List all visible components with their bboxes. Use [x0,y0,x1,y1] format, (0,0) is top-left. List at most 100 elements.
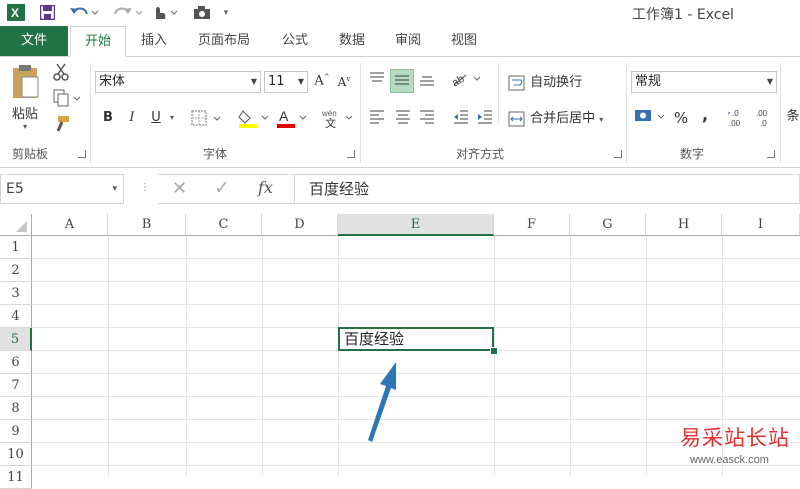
tab-page-layout[interactable]: 页面布局 [186,26,262,56]
column-header[interactable]: B [108,214,186,236]
underline-button[interactable]: U [148,110,164,125]
borders-button[interactable] [190,109,224,131]
gridline [108,236,109,476]
align-bottom-icon[interactable] [416,69,438,91]
copy-icon[interactable] [50,89,84,109]
wrap-text-button[interactable]: 自动换行 [508,71,594,91]
format-painter-icon[interactable] [50,115,72,135]
group-divider [360,63,361,163]
fill-handle[interactable] [490,347,498,355]
merge-center-button[interactable]: 合并后居中 ▾ [508,107,624,127]
tab-data[interactable]: 数据 [328,26,376,56]
font-launcher-icon[interactable] [347,150,355,158]
splitter-handle-icon[interactable]: ⋮ [140,182,150,193]
tab-home[interactable]: 开始 [70,26,126,57]
tab-file[interactable]: 文件 [0,26,68,56]
phonetic-guide-button[interactable]: wén 文 [320,107,356,133]
watermark-url: www.easck.com [690,454,769,466]
fill-color-button[interactable] [238,107,272,133]
column-header[interactable]: D [262,214,338,236]
font-group-label: 字体 [203,147,228,161]
active-cell-e5[interactable]: 百度经验 [338,327,494,351]
accounting-format-button[interactable] [634,107,668,131]
bold-button[interactable]: B [100,110,116,125]
clipboard-launcher-icon[interactable] [78,150,86,158]
formula-buttons: ✕ ✓ fx [158,174,294,204]
row-header-selected[interactable]: 5 [0,328,32,351]
font-color-button[interactable]: A [276,107,310,133]
font-size-combo[interactable]: 11 ▼ [264,71,308,93]
cancel-icon[interactable]: ✕ [172,178,187,199]
row-header[interactable]: 4 [0,305,32,328]
number-group-label: 数字 [680,147,705,161]
row-header[interactable]: 8 [0,397,32,420]
currency-icon [635,110,665,121]
tab-review[interactable]: 审阅 [384,26,432,56]
svg-text:.00: .00 [756,109,768,118]
paste-button[interactable]: 粘贴 ▾ [6,63,44,143]
alignment-launcher-icon[interactable] [614,150,622,158]
row-header[interactable]: 7 [0,374,32,397]
tab-insert[interactable]: 插入 [130,26,178,56]
row-header[interactable]: 1 [0,236,32,259]
chevron-down-icon: ▼ [297,77,304,86]
camera-icon[interactable] [192,4,212,21]
touch-mode-icon[interactable] [150,4,180,21]
chevron-down-icon: ▼ [250,77,257,86]
number-format-combo[interactable]: 常规 ▼ [631,71,777,93]
group-divider [90,63,91,163]
column-header-selected[interactable]: E [338,214,494,236]
align-right-icon[interactable] [416,107,438,129]
name-box[interactable]: E5 ▾ [0,174,124,204]
row-header[interactable]: 10 [0,443,32,466]
column-header[interactable]: H [646,214,722,236]
row-header[interactable]: 11 [0,466,32,489]
redo-icon[interactable] [112,4,144,21]
align-middle-icon[interactable] [390,69,414,93]
align-top-icon[interactable] [366,69,388,91]
increase-indent-icon[interactable] [474,107,496,129]
svg-text:.0: .0 [760,119,767,128]
row-header[interactable]: 9 [0,420,32,443]
wrap-text-label: 自动换行 [530,75,583,90]
customize-qat-icon[interactable]: ▾ [220,4,232,21]
enter-icon[interactable]: ✓ [214,177,230,199]
align-center-icon[interactable] [392,107,414,129]
decrease-indent-icon[interactable] [450,107,472,129]
comma-button[interactable]: , [698,105,712,124]
orientation-icon[interactable]: ab [450,69,484,91]
number-launcher-icon[interactable] [767,150,775,158]
cut-icon[interactable] [50,63,72,83]
column-header[interactable]: C [186,214,262,236]
column-header[interactable]: F [494,214,570,236]
tab-formulas[interactable]: 公式 [270,26,320,56]
shrink-font-icon[interactable]: Av [335,75,353,89]
row-header[interactable]: 6 [0,351,32,374]
formula-input[interactable]: 百度经验 [294,174,800,204]
font-name-combo[interactable]: 宋体 ▼ [95,71,261,93]
column-header[interactable]: A [32,214,108,236]
gridline [262,236,263,476]
column-header[interactable]: I [722,214,800,236]
align-left-icon[interactable] [366,107,388,129]
select-all-button[interactable] [0,214,32,236]
svg-text:A: A [279,108,289,124]
row-header[interactable]: 2 [0,259,32,282]
conditional-format-button[interactable]: 条 [786,105,800,124]
tab-view[interactable]: 视图 [440,26,488,56]
gridline [32,373,800,374]
undo-icon[interactable] [68,4,100,21]
column-header[interactable]: G [570,214,646,236]
gridline [32,258,800,259]
group-divider [626,63,627,163]
chevron-down-icon: ▾ [599,115,604,124]
decrease-decimal-icon[interactable]: .00.0 [754,107,776,133]
percent-button[interactable]: % [672,109,690,127]
increase-decimal-icon[interactable]: .0.00 [727,107,750,133]
save-icon[interactable] [38,4,56,21]
row-header[interactable]: 3 [0,282,32,305]
chevron-down-icon[interactable]: ▾ [167,113,177,122]
insert-function-icon[interactable]: fx [258,178,273,197]
grow-font-icon[interactable]: A^ [313,73,331,88]
italic-button[interactable]: I [124,110,140,125]
